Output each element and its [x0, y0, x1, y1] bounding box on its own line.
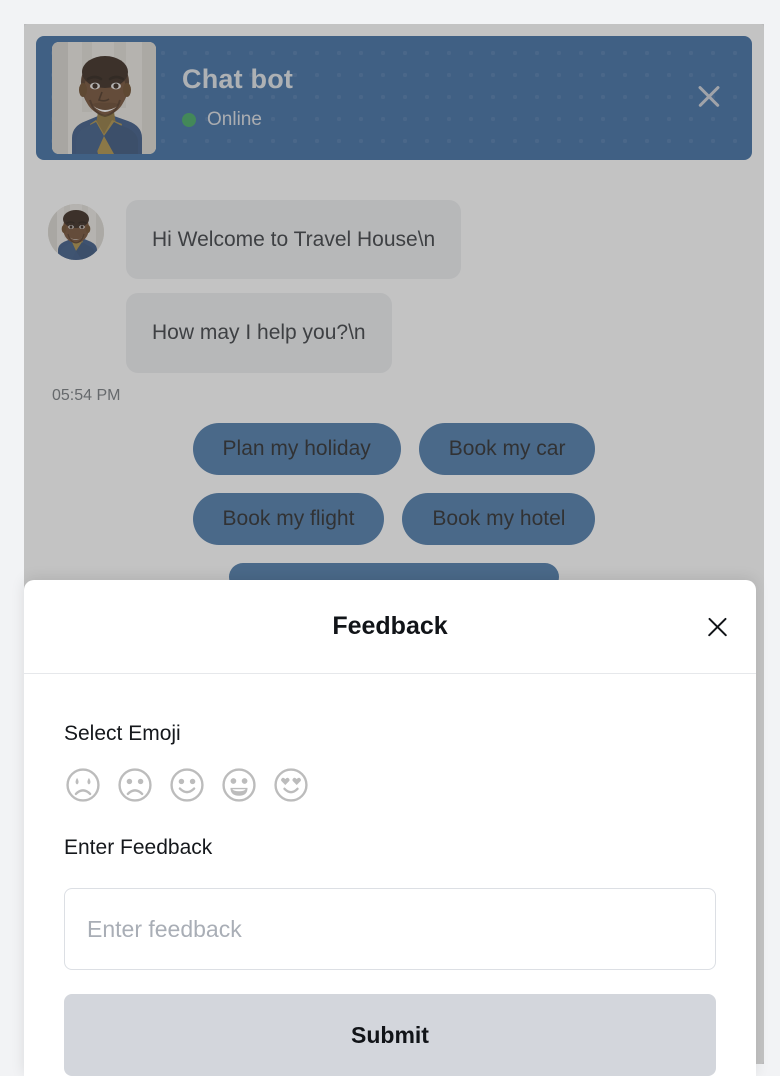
heart-eyes-face-emoji[interactable]	[272, 766, 310, 804]
feedback-modal-header: Feedback	[24, 580, 756, 674]
message-avatar-photo	[48, 204, 104, 260]
feedback-input[interactable]	[64, 888, 716, 970]
message-row: How may I help you?\n	[48, 293, 740, 373]
quick-reply-list: Plan my holiday Book my car Book my flig…	[48, 422, 740, 591]
bot-avatar-photo	[52, 42, 156, 154]
grinning-face-emoji[interactable]	[220, 766, 258, 804]
quick-reply-book-my-flight[interactable]: Book my flight	[192, 492, 385, 545]
quick-reply-book-my-car[interactable]: Book my car	[418, 422, 596, 475]
message-timestamp: 05:54 PM	[52, 386, 121, 404]
sad-face-emoji[interactable]	[116, 766, 154, 804]
close-icon[interactable]	[692, 79, 726, 113]
close-icon[interactable]	[702, 612, 732, 642]
slightly-smiling-face-emoji[interactable]	[168, 766, 206, 804]
message-avatar	[48, 204, 104, 260]
message-row: Hi Welcome to Travel House\n	[48, 200, 740, 280]
online-status-dot-icon	[182, 112, 196, 127]
status-row: Online	[182, 109, 692, 131]
bot-avatar	[52, 42, 156, 154]
submit-button[interactable]: Submit	[64, 994, 716, 1076]
bot-message-bubble: Hi Welcome to Travel House\n	[126, 200, 462, 280]
chat-header: Chat bot Online	[36, 36, 752, 160]
bot-message-bubble: How may I help you?\n	[126, 293, 392, 373]
bot-name: Chat bot	[182, 64, 294, 95]
status-label: Online	[207, 108, 262, 130]
enter-feedback-label: Enter Feedback	[64, 836, 213, 859]
emoji-rating-group	[64, 766, 716, 804]
quick-reply-plan-my-holiday[interactable]: Plan my holiday	[192, 422, 401, 475]
select-emoji-label: Select Emoji	[64, 722, 181, 745]
header-meta: Chat bot Online	[156, 64, 692, 131]
feedback-modal: Feedback Select Emoji Enter Feedback Ent…	[24, 580, 756, 1076]
feedback-modal-title: Feedback	[332, 612, 448, 640]
crying-face-emoji[interactable]	[64, 766, 102, 804]
quick-reply-book-my-hotel[interactable]: Book my hotel	[402, 492, 596, 545]
feedback-modal-body: Select Emoji Enter Feedback Enter feedba…	[24, 674, 756, 1076]
